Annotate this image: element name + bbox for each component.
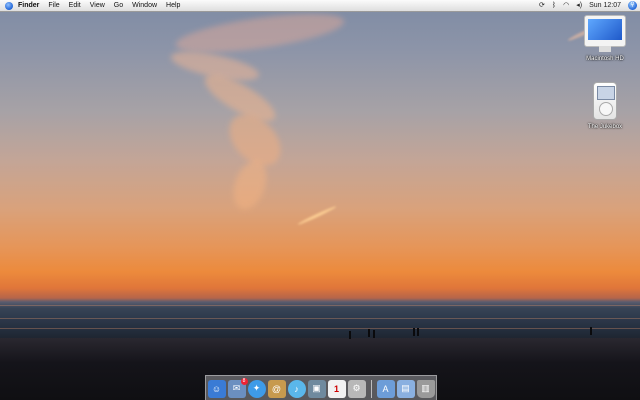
menu-finder[interactable]: Finder <box>18 0 39 11</box>
menu-view[interactable]: View <box>90 0 105 11</box>
finder-icon[interactable]: ☺ <box>207 379 226 398</box>
silhouette-person <box>349 331 351 339</box>
calendar-icon[interactable]: 1 <box>327 379 346 398</box>
volume-icon[interactable]: ◂) <box>576 0 582 11</box>
bluetooth-icon[interactable]: ᛒ <box>552 0 556 11</box>
mail-badge: 8 <box>240 377 248 385</box>
hard-drive-icon <box>584 15 626 52</box>
itunes-icon[interactable]: ♪ <box>287 379 306 398</box>
silhouette-person <box>368 329 370 337</box>
silhouette-person <box>590 327 592 335</box>
applications-folder-icon[interactable]: A <box>376 379 395 398</box>
address-book-icon[interactable]: @ <box>267 379 286 398</box>
iphoto-icon[interactable]: ▣ <box>307 379 326 398</box>
ipod-icon <box>593 82 617 120</box>
sea-glint <box>0 328 640 329</box>
silhouette-person <box>413 328 415 336</box>
mail-icon[interactable]: ✉ 8 <box>227 377 248 398</box>
documents-folder-icon[interactable]: ▤ <box>396 379 415 398</box>
menu-help[interactable]: Help <box>166 0 180 11</box>
menu-window[interactable]: Window <box>132 0 157 11</box>
menu-file[interactable]: File <box>48 0 59 11</box>
desktop-icon-label: The Jukebox <box>587 124 623 130</box>
menu-go[interactable]: Go <box>114 0 123 11</box>
apple-icon[interactable] <box>5 1 13 10</box>
desktop[interactable]: Macintosh HD The Jukebox ☺ ✉ 8 ✦ @ ♪ ▣ 1 … <box>0 0 640 400</box>
dock: ☺ ✉ 8 ✦ @ ♪ ▣ 1 ⚙ A ▤ ▥ <box>205 375 437 400</box>
dock-separator <box>370 379 372 398</box>
menu-bar: Finder File Edit View Go Window Help ⟳ ᛒ… <box>0 0 640 12</box>
safari-icon[interactable]: ✦ <box>247 379 266 398</box>
spotlight-icon[interactable]: ⚲ <box>628 1 637 10</box>
sync-icon[interactable]: ⟳ <box>539 0 545 11</box>
silhouette-person <box>373 330 375 338</box>
plane-contrail <box>297 205 337 226</box>
sea-glint <box>0 305 640 306</box>
wifi-icon[interactable]: ◠ <box>563 0 569 11</box>
desktop-icon-the-jukebox[interactable]: The Jukebox <box>575 82 635 130</box>
desktop-icon-label: Macintosh HD <box>586 56 624 62</box>
sea-glint <box>0 318 640 319</box>
menu-edit[interactable]: Edit <box>69 0 81 11</box>
silhouette-person <box>417 328 419 336</box>
menu-clock[interactable]: Sun 12:07 <box>589 0 621 11</box>
trash-icon[interactable]: ▥ <box>416 379 435 398</box>
desktop-icon-macintosh-hd[interactable]: Macintosh HD <box>575 15 635 62</box>
apple-prefs-icon[interactable]: ⚙ <box>347 379 366 398</box>
